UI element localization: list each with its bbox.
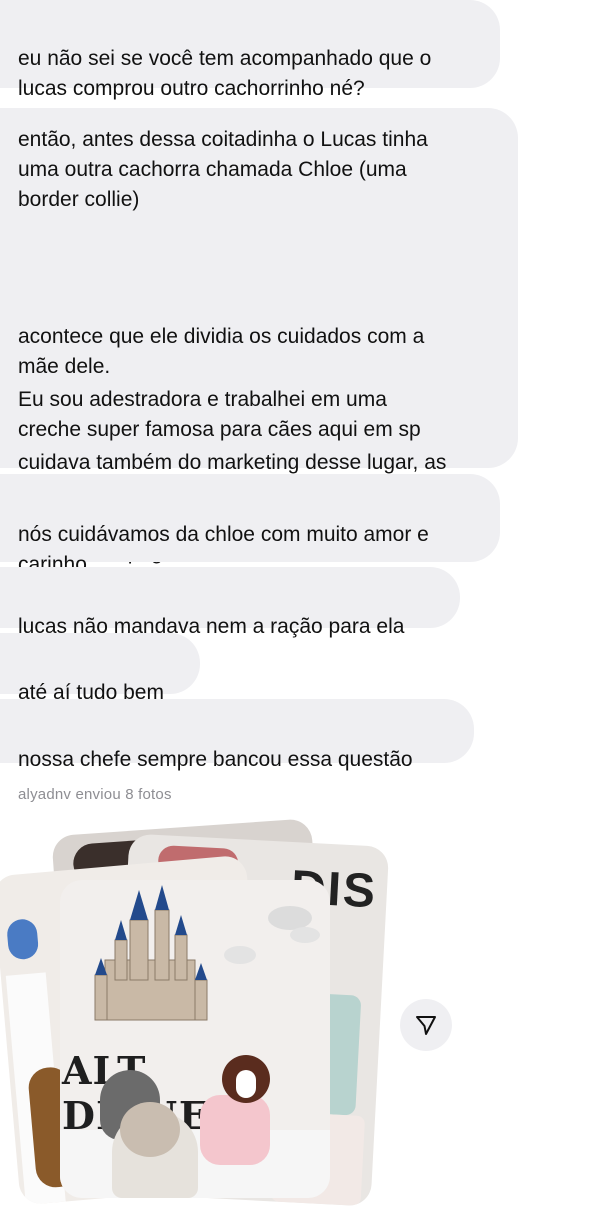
message-text: eu não sei se você tem acompanhado que o… — [18, 47, 432, 100]
message-bubble[interactable]: eu não sei se você tem acompanhado que o… — [0, 0, 500, 100]
message-text: acontece que ele dividia os cuidados com… — [18, 325, 425, 378]
message-bubble[interactable]: até aí tudo bem — [0, 633, 200, 704]
dog-head — [120, 1102, 180, 1157]
message-bubble[interactable]: lucas não mandava nem a ração para ela — [0, 567, 460, 638]
message-bubble[interactable]: nós cuidávamos da chloe com muito amor e… — [0, 474, 500, 576]
front-photo[interactable]: ALT DISNEY — [60, 880, 330, 1198]
message-text: nossa chefe sempre bancou essa questão — [18, 748, 413, 771]
dog — [200, 1095, 270, 1165]
attachment-caption: alyadnv enviou 8 fotos — [18, 786, 172, 803]
share-button[interactable] — [400, 999, 452, 1051]
message-text: então, antes dessa coitadinha o Lucas ti… — [18, 128, 428, 211]
message-bubble[interactable]: então, antes dessa coitadinha o Lucas ti… — [0, 108, 518, 564]
share-icon — [416, 1016, 436, 1035]
message-text: Eu sou adestradora e trabalhei em uma cr… — [18, 388, 421, 441]
message-bubble[interactable]: nossa chefe sempre bancou essa questão — [0, 699, 474, 771]
photo-stack[interactable]: DIS ALT — [0, 815, 400, 1207]
